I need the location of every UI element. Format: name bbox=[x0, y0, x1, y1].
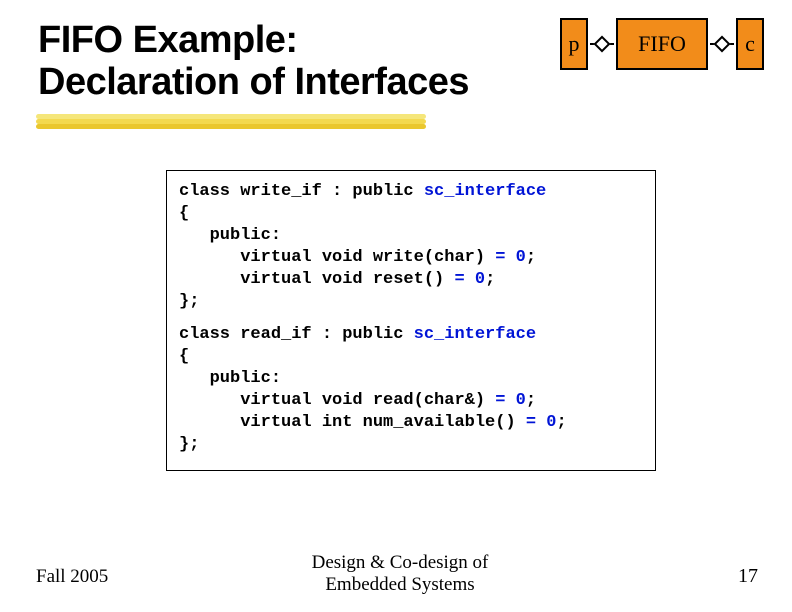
diamond-icon bbox=[594, 36, 611, 53]
code-text: virtual void reset() bbox=[179, 270, 454, 289]
code-keyword: = 0 bbox=[454, 270, 485, 289]
connector-left bbox=[590, 38, 614, 50]
page-number: 17 bbox=[738, 565, 758, 588]
footer-center-line-2: Embedded Systems bbox=[325, 574, 474, 595]
code-text: virtual int num_available() bbox=[179, 413, 526, 432]
fifo-box: FIFO bbox=[616, 18, 708, 70]
producer-box: p bbox=[560, 18, 588, 70]
footer-center-line-1: Design & Co-design of bbox=[312, 552, 489, 573]
code-text: }; bbox=[179, 434, 643, 456]
consumer-label: c bbox=[745, 31, 755, 57]
fifo-diagram: p FIFO c bbox=[560, 14, 780, 74]
title-line-2: Declaration of Interfaces bbox=[38, 61, 469, 103]
code-text: { bbox=[179, 203, 643, 225]
code-text: class write_if : public bbox=[179, 182, 424, 201]
consumer-box: c bbox=[736, 18, 764, 70]
code-text: public: bbox=[179, 225, 643, 247]
code-text: ; bbox=[526, 391, 536, 410]
code-listing: class write_if : public sc_interface { p… bbox=[166, 170, 656, 471]
code-block-write-if: class write_if : public sc_interface { p… bbox=[179, 181, 643, 314]
code-text: virtual void read(char&) bbox=[179, 391, 495, 410]
footer-left: Fall 2005 bbox=[36, 566, 108, 588]
code-keyword: = 0 bbox=[495, 391, 526, 410]
code-keyword: = 0 bbox=[495, 248, 526, 267]
code-text: ; bbox=[526, 248, 536, 267]
code-keyword: = 0 bbox=[526, 413, 557, 432]
code-text: }; bbox=[179, 291, 643, 313]
diamond-icon bbox=[714, 36, 731, 53]
code-text: { bbox=[179, 346, 643, 368]
fifo-label: FIFO bbox=[638, 31, 686, 57]
code-block-read-if: class read_if : public sc_interface { pu… bbox=[179, 324, 643, 457]
code-keyword: sc_interface bbox=[414, 325, 536, 344]
slide-title: FIFO Example: Declaration of Interfaces bbox=[38, 20, 558, 104]
code-text: ; bbox=[485, 270, 495, 289]
title-underline bbox=[36, 114, 426, 130]
title-line-1: FIFO Example: bbox=[38, 19, 298, 61]
code-text: ; bbox=[556, 413, 566, 432]
footer-center: Design & Co-design of Embedded Systems bbox=[290, 552, 510, 596]
producer-label: p bbox=[569, 31, 580, 57]
code-keyword: sc_interface bbox=[424, 182, 546, 201]
code-text: public: bbox=[179, 368, 643, 390]
code-text: virtual void write(char) bbox=[179, 248, 495, 267]
code-text: class read_if : public bbox=[179, 325, 414, 344]
connector-right bbox=[710, 38, 734, 50]
